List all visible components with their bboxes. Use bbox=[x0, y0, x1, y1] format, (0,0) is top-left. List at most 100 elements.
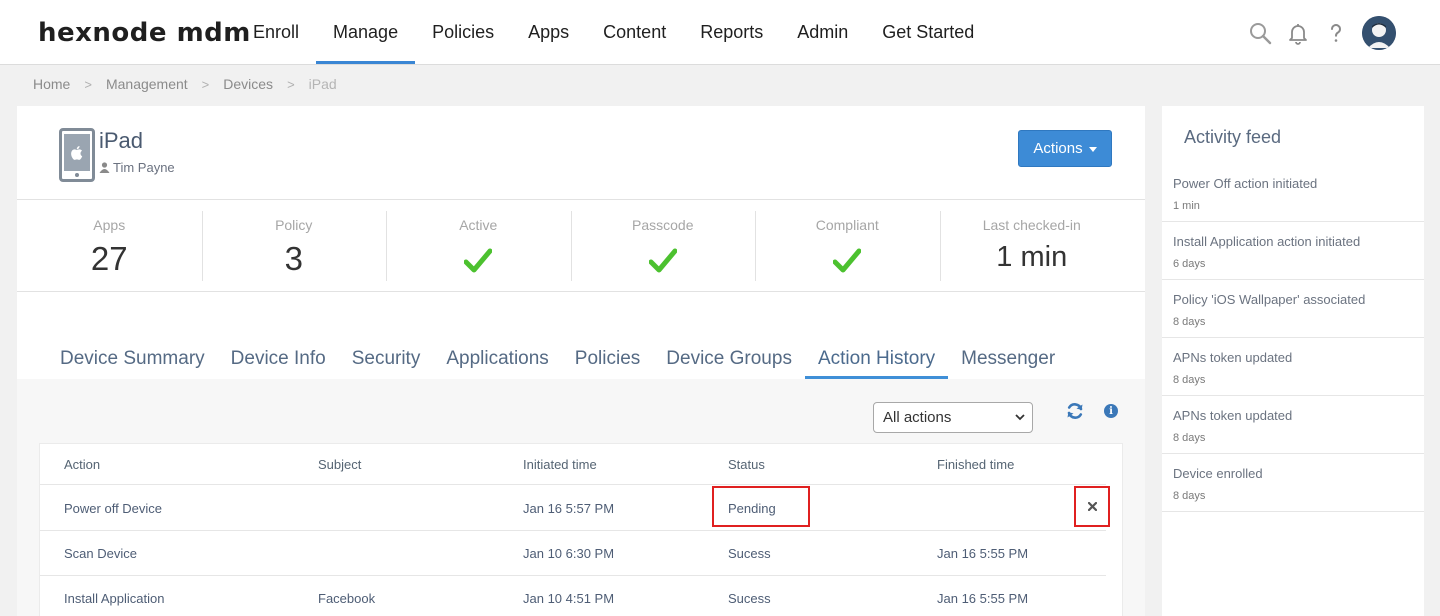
search-icon[interactable] bbox=[1248, 21, 1272, 45]
table-header-row: Action Subject Initiated time Status Fin… bbox=[40, 444, 1106, 485]
device-user[interactable]: Tim Payne bbox=[99, 160, 175, 175]
cell-action: Power off Device bbox=[64, 500, 163, 516]
activity-feed-title: Activity feed bbox=[1184, 127, 1282, 147]
table-row: Scan Device Jan 10 6:30 PM Sucess Jan 16… bbox=[40, 531, 1106, 576]
breadcrumb-home[interactable]: Home bbox=[33, 76, 70, 92]
breadcrumb-current: iPad bbox=[308, 76, 337, 92]
column-header-status: Status bbox=[728, 456, 765, 472]
column-header-subject: Subject bbox=[318, 456, 362, 472]
tab-action-history[interactable]: Action History bbox=[804, 348, 949, 379]
nav-reports[interactable]: Reports bbox=[683, 0, 780, 64]
list-item: Policy 'iOS Wallpaper' associated 8 days bbox=[1162, 280, 1424, 338]
feed-item-time: 8 days bbox=[1173, 316, 1206, 328]
list-item: Install Application action initiated 6 d… bbox=[1162, 222, 1424, 280]
tab-messenger[interactable]: Messenger bbox=[948, 348, 1068, 379]
breadcrumb-devices[interactable]: Devices bbox=[223, 76, 273, 92]
info-icon[interactable]: i bbox=[1104, 404, 1118, 418]
actions-button[interactable]: Actions bbox=[1018, 130, 1112, 167]
hexnode-logo[interactable]: hexnode mdm bbox=[38, 18, 251, 48]
header-icons bbox=[1248, 16, 1396, 50]
device-name: iPad bbox=[99, 128, 144, 153]
stat-compliant: Compliant bbox=[755, 200, 940, 292]
feed-item-text: APNs token updated bbox=[1173, 408, 1293, 423]
stat-label: Active bbox=[459, 217, 498, 233]
checkmark-icon bbox=[648, 248, 677, 273]
action-history-table: Action Subject Initiated time Status Fin… bbox=[39, 443, 1123, 616]
tab-device-summary[interactable]: Device Summary bbox=[47, 348, 218, 379]
nav-content[interactable]: Content bbox=[586, 0, 683, 64]
tab-policies[interactable]: Policies bbox=[562, 348, 653, 379]
cell-initiated-time: Jan 10 4:51 PM bbox=[523, 590, 615, 606]
stat-label: Compliant bbox=[815, 217, 879, 233]
stat-policy[interactable]: Policy 3 bbox=[201, 200, 387, 292]
nav-admin[interactable]: Admin bbox=[780, 0, 865, 64]
feed-item-time: 6 days bbox=[1173, 258, 1206, 270]
feed-item-time: 8 days bbox=[1173, 374, 1206, 386]
stat-passcode: Passcode bbox=[570, 200, 756, 292]
column-header-finished-time: Finished time bbox=[937, 456, 1015, 472]
tab-security[interactable]: Security bbox=[339, 348, 434, 379]
table-row: Power off Device Jan 16 5:57 PM Pending bbox=[40, 486, 1110, 531]
cell-subject: Facebook bbox=[318, 590, 376, 606]
cancel-action-button[interactable] bbox=[1074, 486, 1110, 527]
refresh-icon[interactable] bbox=[1065, 401, 1085, 421]
nav-enroll[interactable]: Enroll bbox=[236, 0, 316, 64]
list-item: Power Off action initiated 1 min bbox=[1162, 164, 1424, 222]
action-history-content: All actions i Action Subject Initiated t… bbox=[17, 379, 1145, 616]
list-item: APNs token updated 8 days bbox=[1162, 396, 1424, 454]
chevron-right-icon: > bbox=[287, 76, 295, 92]
main-nav: Enroll Manage Policies Apps Content Repo… bbox=[236, 0, 991, 64]
activity-feed-list: Power Off action initiated 1 min Install… bbox=[1162, 164, 1424, 512]
device-stats: Apps 27 Policy 3 Active Passcode Complia… bbox=[17, 200, 1145, 292]
tab-device-info[interactable]: Device Info bbox=[218, 348, 339, 379]
stat-active: Active bbox=[386, 200, 571, 292]
table-row: Install Application Facebook Jan 10 4:51… bbox=[40, 576, 1106, 616]
stat-label: Apps bbox=[93, 217, 126, 233]
stat-label: Policy bbox=[275, 217, 313, 233]
bell-icon[interactable] bbox=[1286, 21, 1310, 45]
cell-status: Sucess bbox=[728, 545, 771, 561]
chevron-right-icon: > bbox=[201, 76, 210, 92]
actions-button-label: Actions bbox=[1033, 140, 1083, 157]
feed-item-time: 1 min bbox=[1173, 200, 1200, 212]
cell-initiated-time: Jan 10 6:30 PM bbox=[523, 545, 615, 561]
device-header: iPad Tim Payne Actions bbox=[17, 106, 1145, 200]
feed-item-text: APNs token updated bbox=[1173, 350, 1293, 365]
activity-feed-panel: Activity feed Power Off action initiated… bbox=[1162, 106, 1424, 616]
device-user-name: Tim Payne bbox=[113, 160, 175, 175]
breadcrumb: Home > Management > Devices > iPad bbox=[33, 76, 337, 92]
column-header-initiated-time: Initiated time bbox=[523, 456, 597, 472]
device-tabs: Device Summary Device Info Security Appl… bbox=[47, 348, 1068, 379]
stat-value: 1 min bbox=[996, 241, 1068, 273]
close-icon bbox=[1087, 502, 1097, 511]
avatar[interactable] bbox=[1362, 16, 1396, 50]
stat-value: 27 bbox=[90, 240, 128, 277]
top-navbar: hexnode mdm Enroll Manage Policies Apps … bbox=[0, 0, 1440, 65]
action-filter-select[interactable]: All actions bbox=[873, 402, 1033, 433]
nav-apps[interactable]: Apps bbox=[511, 0, 586, 64]
feed-item-time: 8 days bbox=[1173, 432, 1206, 444]
breadcrumb-management[interactable]: Management bbox=[106, 76, 188, 92]
chevron-down-icon bbox=[1015, 414, 1025, 421]
device-details-panel: iPad Tim Payne Actions Apps 27 Policy 3 … bbox=[17, 106, 1145, 616]
stat-last-checked-in: Last checked-in 1 min bbox=[939, 200, 1125, 292]
feed-item-text: Policy 'iOS Wallpaper' associated bbox=[1173, 292, 1366, 307]
checkmark-icon bbox=[833, 248, 862, 273]
nav-policies[interactable]: Policies bbox=[415, 0, 511, 64]
feed-item-text: Power Off action initiated bbox=[1173, 176, 1318, 191]
tab-device-groups[interactable]: Device Groups bbox=[653, 348, 805, 379]
cell-initiated-time: Jan 16 5:57 PM bbox=[523, 500, 615, 516]
stat-value: 3 bbox=[284, 240, 303, 277]
nav-manage[interactable]: Manage bbox=[316, 0, 416, 64]
pending-highlight bbox=[712, 486, 810, 527]
cell-action: Install Application bbox=[64, 590, 165, 606]
help-icon[interactable] bbox=[1324, 21, 1348, 45]
stat-apps[interactable]: Apps 27 bbox=[17, 200, 202, 292]
user-icon bbox=[99, 162, 110, 173]
list-item: Device enrolled 8 days bbox=[1162, 454, 1424, 512]
stat-label: Passcode bbox=[632, 217, 694, 233]
nav-get-started[interactable]: Get Started bbox=[865, 0, 991, 64]
cell-finished-time: Jan 16 5:55 PM bbox=[937, 545, 1029, 561]
tab-applications[interactable]: Applications bbox=[433, 348, 561, 379]
list-item: APNs token updated 8 days bbox=[1162, 338, 1424, 396]
